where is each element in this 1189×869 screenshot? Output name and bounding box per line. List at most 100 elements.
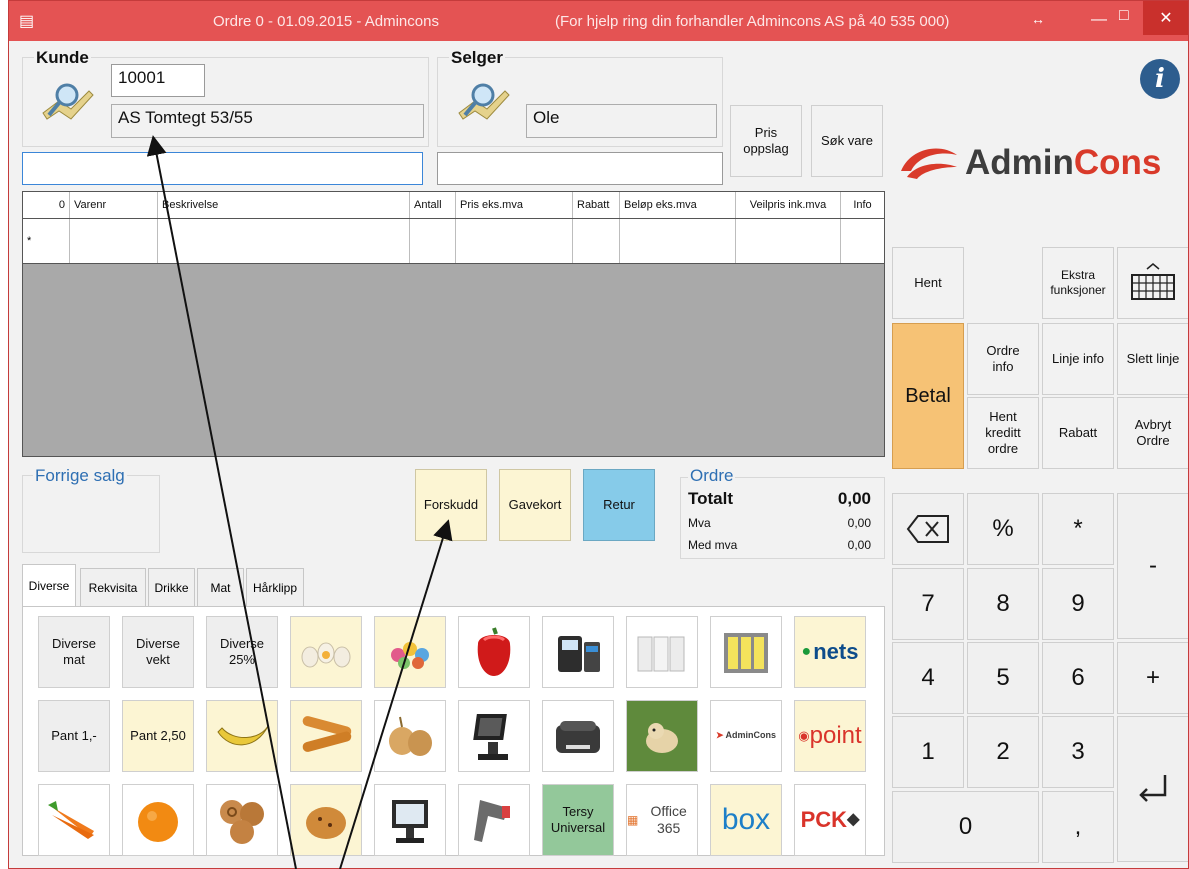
grid-col-beskrivelse[interactable]: Beskrivelse (158, 192, 410, 218)
multiply-key[interactable]: * (1042, 493, 1114, 565)
table-cell[interactable] (841, 219, 884, 263)
key-2[interactable]: 2 (967, 716, 1039, 788)
tab-drikke[interactable]: Drikke (148, 568, 195, 606)
tile-onion[interactable] (374, 700, 446, 772)
table-cell[interactable] (456, 219, 573, 263)
tile-baguette[interactable] (290, 700, 362, 772)
key-7[interactable]: 7 (892, 568, 964, 640)
tile-bun[interactable] (290, 784, 362, 856)
grid-col-veilpris[interactable]: Veilpris ink.mva (736, 192, 841, 218)
order-info-button[interactable]: Ordre info (967, 323, 1039, 395)
tile-pant-1[interactable]: Pant 1,- (38, 700, 110, 772)
close-icon[interactable]: ✕ (1143, 1, 1188, 35)
tile-office365[interactable]: ▦ Office 365 (626, 784, 698, 856)
tile-paper-rolls[interactable] (626, 616, 698, 688)
tile-nets[interactable]: ● nets (794, 616, 866, 688)
tile-diverse-mat[interactable]: Diverse mat (38, 616, 110, 688)
tile-card-terminal[interactable] (542, 616, 614, 688)
tab-rekvisita[interactable]: Rekvisita (80, 568, 146, 606)
tile-pos-terminal[interactable] (458, 700, 530, 772)
search-item-button[interactable]: Søk vare (811, 105, 883, 177)
info-icon[interactable]: i (1140, 59, 1180, 99)
table-cell[interactable] (70, 219, 158, 263)
tile-barcode-scanner[interactable] (458, 784, 530, 856)
resize-icon[interactable]: ↔ (1031, 11, 1045, 27)
tab-diverse[interactable]: Diverse (22, 564, 76, 606)
line-info-button[interactable]: Linje info (1042, 323, 1114, 395)
extra-functions-button[interactable]: Ekstra funksjoner (1042, 247, 1114, 319)
minimize-icon[interactable]: — (1091, 11, 1107, 29)
tile-label-rolls[interactable] (710, 616, 782, 688)
giftcard-button[interactable]: Gavekort (499, 469, 571, 541)
tile-candy[interactable] (374, 616, 446, 688)
title-bar: ▤ Ordre 0 - 01.09.2015 - Admincons (For … (9, 1, 1188, 41)
tab-harklipp[interactable]: Hårklipp (246, 568, 304, 606)
grid-col-pris[interactable]: Pris eks.mva (456, 192, 573, 218)
discount-button[interactable]: Rabatt (1042, 397, 1114, 469)
key-6[interactable]: 6 (1042, 642, 1114, 714)
fetch-button[interactable]: Hent (892, 247, 964, 319)
minus-key[interactable]: - (1117, 493, 1188, 639)
tile-label-printer[interactable] (542, 700, 614, 772)
price-lookup-button[interactable]: Pris oppslag (730, 105, 802, 177)
grid-col-belop[interactable]: Beløp eks.mva (620, 192, 736, 218)
seller-name-field[interactable]: Ole (526, 104, 717, 138)
table-cell[interactable] (573, 219, 620, 263)
seller-search-input[interactable] (437, 152, 723, 185)
enter-key[interactable] (1117, 716, 1188, 862)
tile-diverse-vekt[interactable]: Diverse vekt (122, 616, 194, 688)
keyboard-button[interactable] (1117, 247, 1188, 319)
table-cell[interactable] (410, 219, 456, 263)
key-8[interactable]: 8 (967, 568, 1039, 640)
advance-payment-button[interactable]: Forskudd (415, 469, 487, 541)
maximize-icon[interactable]: □ (1119, 7, 1129, 25)
table-cell[interactable] (620, 219, 736, 263)
tile-pant-250[interactable]: Pant 2,50 (122, 700, 194, 772)
customer-search-icon[interactable] (37, 79, 97, 129)
tile-orange[interactable] (122, 784, 194, 856)
table-cell[interactable] (736, 219, 841, 263)
previous-sales-panel (22, 475, 160, 553)
grid-col-info[interactable]: Info (841, 192, 884, 218)
tile-box[interactable]: box (710, 784, 782, 856)
delete-line-button[interactable]: Slett linje (1117, 323, 1188, 395)
tile-carrot[interactable] (38, 784, 110, 856)
grid-new-row[interactable]: * (23, 219, 884, 264)
cancel-order-button[interactable]: Avbryt Ordre (1117, 397, 1188, 469)
tile-cinnamon-bun[interactable] (206, 784, 278, 856)
seller-search-icon[interactable] (453, 79, 513, 129)
key-9[interactable]: 9 (1042, 568, 1114, 640)
customer-search-input[interactable] (22, 152, 423, 185)
pay-button[interactable]: Betal (892, 323, 964, 469)
key-4[interactable]: 4 (892, 642, 964, 714)
percent-key[interactable]: % (967, 493, 1039, 565)
table-cell[interactable] (158, 219, 410, 263)
tile-point[interactable]: ◉ point (794, 700, 866, 772)
fetch-credit-order-button[interactable]: Hent kreditt ordre (967, 397, 1039, 469)
tab-mat[interactable]: Mat (197, 568, 244, 606)
key-5[interactable]: 5 (967, 642, 1039, 714)
grid-col-varenr[interactable]: Varenr (70, 192, 158, 218)
customer-name-field[interactable]: AS Tomtegt 53/55 (111, 104, 424, 138)
tile-tersy-universal[interactable]: Tersy Universal (542, 784, 614, 856)
tile-pepper[interactable] (458, 616, 530, 688)
tile-touchscreen[interactable] (374, 784, 446, 856)
grid-col-antall[interactable]: Antall (410, 192, 456, 218)
tile-puppy[interactable] (626, 700, 698, 772)
key-3[interactable]: 3 (1042, 716, 1114, 788)
key-1[interactable]: 1 (892, 716, 964, 788)
return-button[interactable]: Retur (583, 469, 655, 541)
comma-key[interactable]: , (1042, 791, 1114, 863)
backspace-key[interactable] (892, 493, 964, 565)
order-lines-grid[interactable]: 0 Varenr Beskrivelse Antall Pris eks.mva… (22, 191, 885, 457)
tile-diverse-25[interactable]: Diverse 25% (206, 616, 278, 688)
key-0[interactable]: 0 (892, 791, 1039, 863)
grid-col-rabatt[interactable]: Rabatt (573, 192, 620, 218)
tile-admincons[interactable]: ➤ AdminCons (710, 700, 782, 772)
brand-part2: Cons (1073, 143, 1162, 182)
tile-banana[interactable] (206, 700, 278, 772)
plus-key[interactable]: + (1117, 642, 1188, 714)
customer-number-field[interactable]: 10001 (111, 64, 205, 97)
tile-eggs[interactable] (290, 616, 362, 688)
tile-pck[interactable]: PCK ◆ (794, 784, 866, 856)
